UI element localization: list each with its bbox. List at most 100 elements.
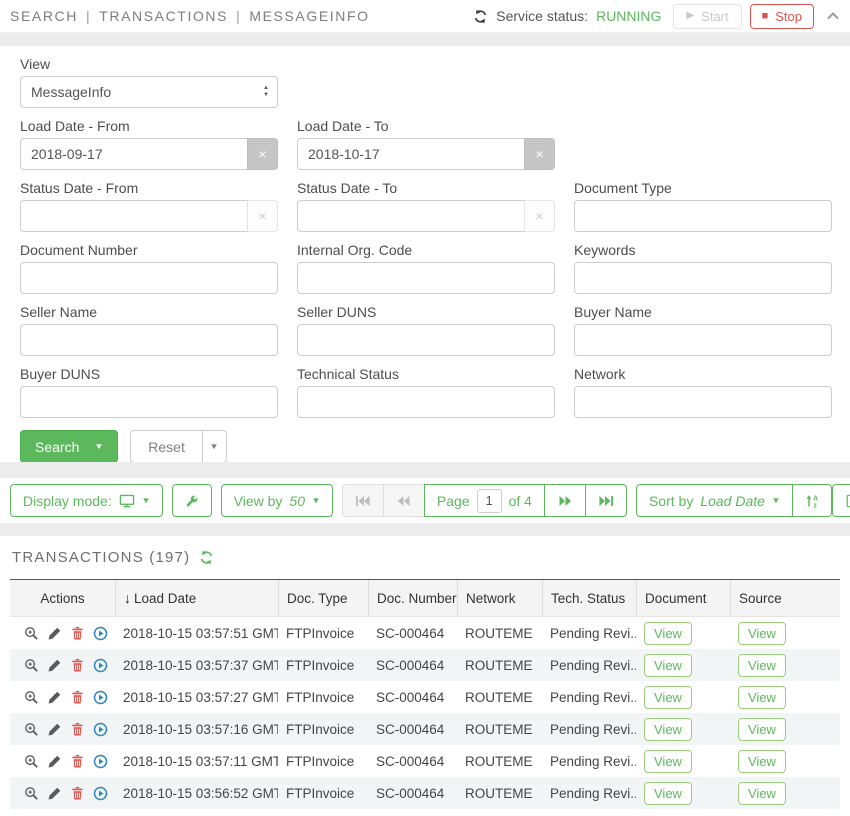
delete-trash-icon[interactable]	[70, 690, 85, 705]
view-by-value: 50	[289, 493, 305, 509]
view-source-button[interactable]: View	[738, 782, 786, 805]
col-doc-type[interactable]: Doc. Type	[278, 580, 368, 616]
previous-page-icon	[396, 494, 412, 508]
zoom-in-icon[interactable]	[24, 690, 39, 705]
cell-tech-status: Pending Revi...	[542, 658, 636, 673]
service-status-bar: Service status: RUNNING ▶ Start ■ Stop	[473, 4, 840, 29]
delete-trash-icon[interactable]	[70, 658, 85, 673]
settings-wrench-button[interactable]	[172, 484, 212, 517]
sort-by-button[interactable]: Sort by Load Date ▼	[636, 484, 793, 517]
nav-messageinfo[interactable]: MESSAGEINFO	[249, 8, 369, 24]
zoom-in-icon[interactable]	[24, 754, 39, 769]
resubmit-play-icon[interactable]	[93, 754, 108, 769]
zoom-in-icon[interactable]	[24, 786, 39, 801]
table-row: 2018-10-15 03:57:51 GMT FTPInvoice SC-00…	[10, 617, 840, 649]
edit-pencil-icon[interactable]	[47, 754, 62, 769]
view-document-button[interactable]: View	[644, 654, 692, 677]
seller-name-input[interactable]	[20, 324, 278, 356]
last-page-button[interactable]	[585, 484, 627, 517]
resubmit-play-icon[interactable]	[93, 658, 108, 673]
load-date-from-input[interactable]	[20, 138, 248, 170]
view-by-button[interactable]: View by 50 ▼	[221, 484, 333, 517]
view-source-button[interactable]: View	[738, 686, 786, 709]
delete-trash-icon[interactable]	[70, 626, 85, 641]
delete-trash-icon[interactable]	[70, 722, 85, 737]
cell-tech-status: Pending Revi...	[542, 690, 636, 705]
view-document-button[interactable]: View	[644, 750, 692, 773]
caret-down-icon: ▼	[771, 497, 781, 505]
status-date-from-input[interactable]	[20, 200, 248, 232]
edit-pencil-icon[interactable]	[47, 722, 62, 737]
zoom-in-icon[interactable]	[24, 722, 39, 737]
cell-load-date: 2018-10-15 03:57:11 GMT	[115, 754, 278, 769]
col-source[interactable]: Source	[730, 580, 840, 616]
view-document-button[interactable]: View	[644, 718, 692, 741]
export-to-excel-button[interactable]: Export to Excel	[832, 484, 850, 517]
zoom-in-icon[interactable]	[24, 626, 39, 641]
col-doc-number[interactable]: Doc. Number	[368, 580, 457, 616]
next-page-icon	[557, 494, 573, 508]
nav-transactions[interactable]: TRANSACTIONS	[99, 8, 228, 24]
technical-status-input[interactable]	[297, 386, 555, 418]
page-number-input[interactable]: 1	[477, 489, 502, 513]
last-page-icon	[598, 494, 614, 508]
document-number-input[interactable]	[20, 262, 278, 294]
status-date-to-input[interactable]	[297, 200, 525, 232]
col-document[interactable]: Document	[636, 580, 730, 616]
search-button[interactable]: Search ▼	[20, 430, 118, 462]
cell-doc-number: SC-000464	[368, 722, 457, 737]
resubmit-play-icon[interactable]	[93, 690, 108, 705]
view-source-button[interactable]: View	[738, 622, 786, 645]
network-input[interactable]	[574, 386, 832, 418]
caret-down-icon: ▼	[141, 497, 151, 505]
clear-load-date-to-button[interactable]: ×	[524, 138, 555, 170]
view-source-button[interactable]: View	[738, 654, 786, 677]
view-document-button[interactable]: View	[644, 686, 692, 709]
keywords-input[interactable]	[574, 262, 832, 294]
cell-doc-number: SC-000464	[368, 658, 457, 673]
section-divider	[0, 462, 850, 478]
start-button[interactable]: ▶ Start	[673, 4, 741, 29]
nav-search[interactable]: SEARCH	[10, 8, 78, 24]
cell-load-date: 2018-10-15 03:56:52 GMT	[115, 786, 278, 801]
collapse-panel-icon[interactable]	[826, 10, 840, 22]
zoom-in-icon[interactable]	[24, 658, 39, 673]
resubmit-play-icon[interactable]	[93, 786, 108, 801]
sort-direction-button[interactable]	[792, 484, 832, 517]
seller-name-label: Seller Name	[20, 304, 278, 320]
buyer-name-input[interactable]	[574, 324, 832, 356]
edit-pencil-icon[interactable]	[47, 690, 62, 705]
clear-load-date-from-button[interactable]: ×	[247, 138, 278, 170]
internal-org-code-input[interactable]	[297, 262, 555, 294]
resubmit-play-icon[interactable]	[93, 626, 108, 641]
edit-pencil-icon[interactable]	[47, 658, 62, 673]
delete-trash-icon[interactable]	[70, 786, 85, 801]
view-document-button[interactable]: View	[644, 782, 692, 805]
seller-duns-input[interactable]	[297, 324, 555, 356]
first-page-icon	[355, 494, 371, 508]
col-network[interactable]: Network	[457, 580, 542, 616]
resubmit-play-icon[interactable]	[93, 722, 108, 737]
refresh-status-icon[interactable]	[473, 9, 488, 24]
view-source-button[interactable]: View	[738, 718, 786, 741]
edit-pencil-icon[interactable]	[47, 626, 62, 641]
reset-button[interactable]: Reset	[130, 430, 203, 462]
view-select[interactable]: MessageInfo	[20, 76, 278, 108]
edit-pencil-icon[interactable]	[47, 786, 62, 801]
reset-dropdown-button[interactable]: ▼	[203, 430, 227, 462]
buyer-duns-input[interactable]	[20, 386, 278, 418]
table-row: 2018-10-15 03:57:16 GMT FTPInvoice SC-00…	[10, 713, 840, 745]
view-source-button[interactable]: View	[738, 750, 786, 773]
delete-trash-icon[interactable]	[70, 754, 85, 769]
next-page-button[interactable]	[544, 484, 586, 517]
cell-doc-type: FTPInvoice	[278, 626, 368, 641]
refresh-results-icon[interactable]	[199, 550, 214, 565]
stop-button[interactable]: ■ Stop	[750, 4, 814, 29]
col-load-date[interactable]: ↓ Load Date	[115, 580, 278, 616]
col-actions[interactable]: Actions	[10, 580, 115, 616]
view-document-button[interactable]: View	[644, 622, 692, 645]
col-tech-status[interactable]: Tech. Status	[542, 580, 636, 616]
load-date-to-input[interactable]	[297, 138, 525, 170]
document-type-input[interactable]	[574, 200, 832, 232]
display-mode-button[interactable]: Display mode: ▼	[10, 484, 163, 517]
